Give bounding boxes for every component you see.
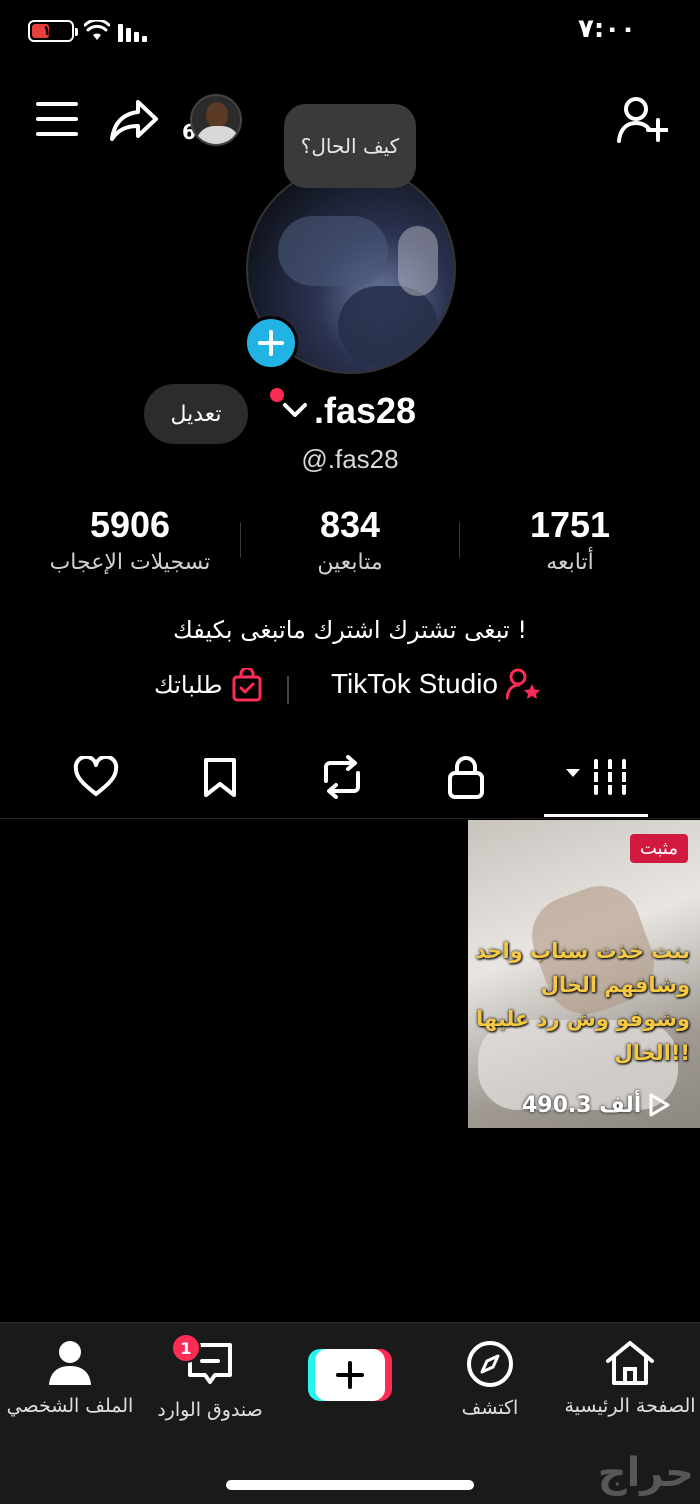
following-count: 1751 <box>529 504 611 545</box>
stat-followers[interactable]: 834 متابعين <box>240 504 460 575</box>
orders-label: طلباتك <box>154 671 223 699</box>
profile-links: TikTok Studio طلباتك <box>0 668 700 712</box>
add-photo-button[interactable] <box>244 316 298 370</box>
home-icon <box>606 1341 654 1385</box>
bio-text: تبغى تشترك اشترك ماتبغى بكيفك ! <box>173 616 527 644</box>
share-icon[interactable] <box>108 98 160 142</box>
tab-favorites[interactable] <box>190 752 250 802</box>
followers-count: 834 <box>319 504 381 545</box>
stat-divider <box>240 522 241 558</box>
tab-videos[interactable] <box>562 752 632 802</box>
inbox-badge: 1 <box>171 1333 201 1363</box>
note-bubble[interactable]: كيف الحال؟ <box>284 104 416 188</box>
videos-grid-icon <box>566 759 626 795</box>
signal-icon <box>118 24 147 42</box>
add-friend-icon[interactable] <box>616 96 668 144</box>
repost-icon <box>324 755 360 799</box>
followers-label: متابعين <box>317 550 383 575</box>
play-icon <box>649 1093 670 1117</box>
orders-link[interactable]: طلباتك <box>154 668 263 702</box>
story-viewer-avatar[interactable] <box>190 94 242 146</box>
active-tab-indicator <box>544 814 648 817</box>
lock-icon <box>448 756 484 799</box>
nav-home-label: الصفحة الرئيسية <box>564 1395 696 1417</box>
link-separator <box>287 676 289 704</box>
tiktok-studio-label: TikTok Studio <box>330 668 498 699</box>
compass-icon <box>467 1341 513 1387</box>
video-views: 490.3 ألف <box>522 1092 671 1118</box>
video-thumbnail[interactable]: مثبت بنت خذت سناب واحد وشافهم الخال وشوف… <box>468 820 700 1128</box>
tabs-divider <box>0 818 700 819</box>
stat-following[interactable]: 1751 أتابعه <box>460 504 680 575</box>
display-name[interactable]: .fas28 <box>314 390 416 432</box>
battery-level: ١٣ <box>42 23 60 39</box>
bottom-navigation: الصفحة الرئيسية اكتشف 1 صندوق الوارد الم… <box>0 1322 700 1504</box>
tab-private[interactable] <box>436 752 496 802</box>
bookmark-icon <box>204 758 236 797</box>
username: @.fas28 <box>301 444 399 474</box>
edit-profile-button[interactable]: تعديل <box>144 384 248 444</box>
nav-inbox-label: صندوق الوارد <box>157 1399 263 1421</box>
likes-label: تسجيلات الإعجاب <box>49 550 211 575</box>
status-time: ٧:٠٠ <box>577 14 636 44</box>
watermark-logo: حراج <box>597 1450 694 1496</box>
nav-explore[interactable]: اكتشف <box>420 1339 560 1419</box>
stat-likes[interactable]: 5906 تسجيلات الإعجاب <box>20 504 240 575</box>
heart-icon <box>73 756 119 796</box>
pinned-badge: مثبت <box>629 834 688 863</box>
nav-explore-label: اكتشف <box>461 1397 519 1419</box>
tab-reposts[interactable] <box>312 752 372 802</box>
wifi-icon <box>84 20 110 40</box>
home-indicator[interactable] <box>226 1480 474 1490</box>
notification-dot <box>270 388 284 402</box>
battery-indicator: ١٣ <box>28 20 78 42</box>
creator-star-icon <box>506 668 540 700</box>
shopping-bag-icon <box>232 668 262 702</box>
tab-liked[interactable] <box>66 752 126 802</box>
plus-icon <box>258 330 284 356</box>
plus-icon <box>336 1361 364 1389</box>
nav-inbox[interactable]: 1 صندوق الوارد <box>140 1333 280 1421</box>
nav-home[interactable]: الصفحة الرئيسية <box>560 1339 700 1417</box>
menu-icon[interactable] <box>36 102 78 136</box>
create-button[interactable] <box>308 1349 392 1401</box>
video-caption: بنت خذت سناب واحد وشافهم الخال وشوفو وش … <box>475 939 690 1065</box>
nav-profile-label: الملف الشخصي <box>6 1395 134 1417</box>
profile-icon <box>49 1341 91 1385</box>
following-label: أتابعه <box>546 550 594 575</box>
views-count: 490.3 ألف <box>522 1092 642 1118</box>
tiktok-studio-link[interactable]: TikTok Studio <box>331 668 542 700</box>
likes-count: 5906 <box>89 504 171 545</box>
chevron-down-icon[interactable] <box>282 402 308 420</box>
nav-profile[interactable]: الملف الشخصي <box>0 1339 140 1417</box>
